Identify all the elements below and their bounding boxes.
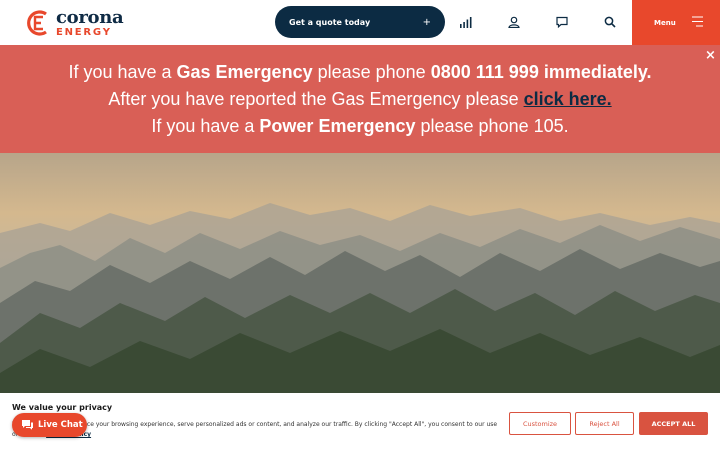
close-icon[interactable]: × [705, 48, 716, 63]
menu-button[interactable]: Menu [632, 0, 720, 45]
cookie-title: We value your privacy [12, 403, 113, 412]
menu-label: Menu [654, 18, 676, 27]
user-icon[interactable] [504, 12, 524, 32]
live-chat-button[interactable]: Live Chat [12, 413, 87, 437]
brand-name: corona [56, 6, 124, 28]
live-chat-label: Live Chat [38, 420, 83, 430]
get-quote-label: Get a quote today [289, 17, 371, 27]
hamburger-icon [692, 16, 703, 27]
gas-emergency-line: If you have a Gas Emergency please phone… [68, 62, 652, 82]
chat-icon [22, 420, 33, 430]
chat-bubble-icon[interactable] [552, 12, 572, 32]
power-emergency-line: If you have a Power Emergency please pho… [151, 116, 569, 136]
reject-all-button[interactable]: Reject All [575, 412, 634, 435]
search-icon[interactable] [600, 12, 620, 32]
hero-mountain-image [0, 153, 720, 393]
corona-logo-icon [27, 10, 47, 36]
plus-icon: + [422, 16, 431, 28]
gas-report-link[interactable]: click here. [524, 89, 612, 109]
customize-button[interactable]: Customize [509, 412, 571, 435]
gas-report-line: After you have reported the Gas Emergenc… [108, 89, 612, 109]
cookie-consent-bar: We value your privacy We use cookies to … [0, 393, 720, 450]
signal-bars-icon[interactable] [456, 12, 476, 32]
accept-all-button[interactable]: ACCEPT ALL [639, 412, 708, 435]
emergency-alert-banner: If you have a Gas Emergency please phone… [0, 45, 720, 153]
brand-logo[interactable]: corona ENERGY [24, 8, 144, 38]
get-quote-button[interactable]: Get a quote today + [275, 6, 445, 38]
brand-sub: ENERGY [56, 26, 112, 38]
site-header: corona ENERGY Get a quote today + Menu [0, 0, 720, 45]
